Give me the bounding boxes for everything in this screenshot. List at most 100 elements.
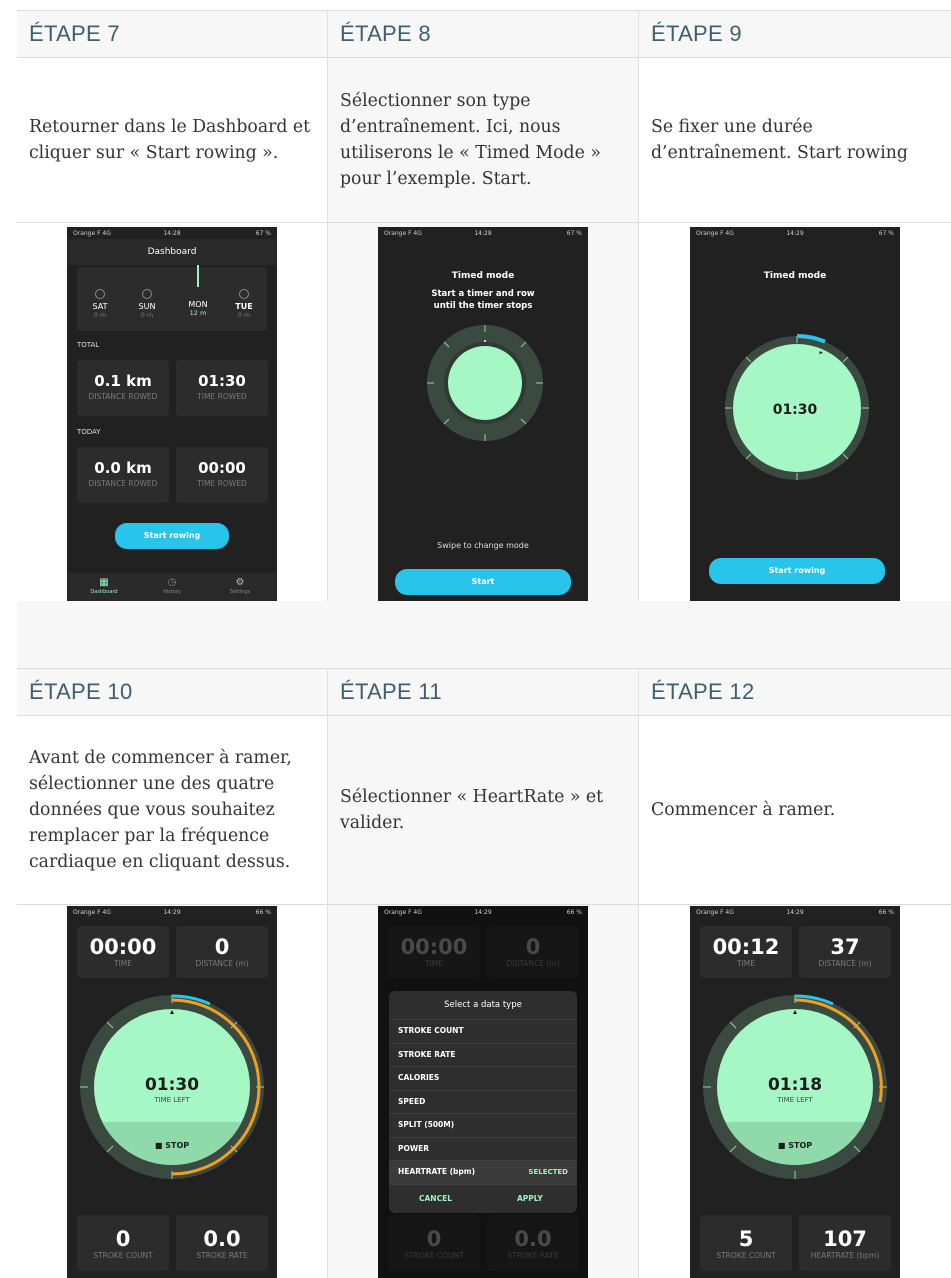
phone-screen-data-type: Orange F 4G 14:29 66 % 00:00 TIME 0 DIST… [378, 906, 588, 1278]
start-rowing-button[interactable]: Start rowing [115, 523, 229, 549]
phone-screen-workout: Orange F 4G 14:29 66 % 00:00 TIME 0 DIST… [67, 906, 277, 1278]
step-header: ÉTAPE 12 [651, 679, 755, 704]
step-header: ÉTAPE 10 [29, 679, 133, 704]
apply-button[interactable]: APPLY [517, 1194, 543, 1203]
day-sun: SUN 0 m [132, 289, 162, 319]
cancel-button[interactable]: CANCEL [419, 1194, 452, 1203]
stat-card-stroke-count[interactable]: 0 STROKE COUNT [77, 1215, 169, 1271]
option-heartrate[interactable]: HEARTRATE (bpm) SELECTED [389, 1160, 577, 1184]
option-speed[interactable]: SPEED [389, 1089, 577, 1114]
stat-value: 0.0 km [94, 459, 152, 477]
step-header: ÉTAPE 11 [340, 679, 442, 704]
step-description: Avant de commencer à ramer, sélectionner… [29, 748, 292, 872]
step-desc-cell: Retourner dans le Dashboard et cliquer s… [17, 58, 328, 222]
header-row: ÉTAPE 10 ÉTAPE 11 ÉTAPE 12 [17, 669, 951, 716]
option-label: CALORIES [398, 1073, 440, 1082]
status-bar: Orange F 4G 14:28 67 % [67, 227, 277, 239]
stat-value: 0 [525, 935, 541, 959]
status-bar: Orange F 4G 14:29 66 % [690, 906, 900, 918]
day-value: 0 m [140, 311, 154, 319]
screenshot-cell: Orange F 4G 14:29 66 % 00:12 TIME 37 DIS… [639, 905, 951, 1278]
step-desc-cell: Se fixer une durée d’entraînement. Start… [639, 58, 951, 222]
stat-card-distance[interactable]: 37 DISTANCE (m) [799, 926, 891, 978]
history-icon: ◷ [167, 577, 177, 588]
day-name: MON [188, 300, 208, 309]
status-bar: Orange F 4G 14:29 67 % [690, 227, 900, 239]
stat-value: 0.0 [514, 1227, 552, 1251]
nav-label: Dashboard [90, 589, 118, 595]
step-description: Sélectionner son type d’entraînement. Ic… [340, 91, 601, 189]
nav-item-history[interactable]: ◷ History [147, 577, 197, 595]
stop-button[interactable]: ■ STOP [690, 1141, 900, 1150]
stat-value: 00:00 [89, 935, 157, 959]
step-header-cell: ÉTAPE 9 [639, 11, 951, 57]
mode-dial[interactable] [425, 323, 545, 443]
day-circle-icon [142, 289, 152, 299]
battery-label: 66 % [255, 909, 271, 916]
option-calories[interactable]: CALORIES [389, 1066, 577, 1090]
stat-label: DISTANCE (m) [506, 959, 560, 968]
step-header-cell: ÉTAPE 8 [328, 11, 639, 57]
screenshot-cell: Orange F 4G 14:28 67 % Dashboard SAT 0 m… [17, 223, 328, 601]
section-gap [17, 601, 951, 668]
battery-label: 66 % [878, 909, 894, 916]
data-type-dialog: Select a data type STROKE COUNT STROKE R… [389, 991, 577, 1213]
option-label: POWER [398, 1143, 430, 1153]
screenshot-cell: Orange F 4G 14:28 67 % Timed mode Start … [328, 223, 639, 601]
stat-card-stroke-rate[interactable]: 0.0 STROKE RATE [176, 1215, 268, 1271]
option-power[interactable]: POWER [389, 1136, 577, 1161]
step-header: ÉTAPE 7 [29, 21, 120, 46]
stat-value: 0.0 [203, 1227, 241, 1251]
mode-subtitle: Start a timer and row [431, 289, 535, 299]
option-split[interactable]: SPLIT (500M) [389, 1113, 577, 1137]
description-row: Retourner dans le Dashboard et cliquer s… [17, 58, 951, 223]
stat-label: STROKE RATE [196, 1251, 248, 1260]
gear-icon: ⚙ [235, 577, 245, 588]
phone-screen-dashboard: Orange F 4G 14:28 67 % Dashboard SAT 0 m… [67, 227, 277, 601]
stat-card-stroke-count[interactable]: 5 STROKE COUNT [700, 1215, 792, 1271]
start-button[interactable]: Start [395, 569, 571, 595]
screenshot-cell: Orange F 4G 14:29 66 % 00:00 TIME 0 DIST… [17, 905, 328, 1278]
stat-label: STROKE COUNT [93, 1251, 153, 1260]
battery-label: 67 % [255, 230, 271, 237]
swipe-hint: Swipe to change mode [437, 541, 529, 550]
day-sat: SAT 0 m [85, 289, 115, 319]
screenshot-row: Orange F 4G 14:29 66 % 00:00 TIME 0 DIST… [17, 905, 951, 1278]
status-bar: Orange F 4G 14:28 67 % [378, 227, 588, 239]
clock-label: 14:29 [474, 909, 492, 916]
step-header-cell: ÉTAPE 10 [17, 669, 328, 715]
stat-card: 01:30 TIME ROWED [176, 360, 268, 416]
option-label: HEARTRATE (bpm) [398, 1167, 476, 1176]
battery-label: 66 % [566, 909, 582, 916]
day-value: 0 m [93, 311, 107, 319]
stat-label: STROKE RATE [507, 1251, 559, 1260]
stop-button[interactable]: ■ STOP [67, 1141, 277, 1150]
stat-card-distance[interactable]: 0 DISTANCE (m) [176, 926, 268, 978]
option-stroke-count[interactable]: STROKE COUNT [389, 1019, 577, 1043]
stat-card-time[interactable]: 00:12 TIME [700, 926, 792, 978]
mode-title: Timed mode [763, 271, 827, 281]
option-stroke-rate[interactable]: STROKE RATE [389, 1042, 577, 1067]
step-header-cell: ÉTAPE 7 [17, 11, 328, 57]
duration-value: 01:30 [772, 402, 818, 418]
section-label-total: TOTAL [77, 341, 100, 349]
stat-value: 0.1 km [94, 372, 152, 390]
section-label-today: TODAY [77, 428, 101, 436]
time-left-label: TIME LEFT [777, 1096, 813, 1104]
clock-label: 14:29 [163, 909, 181, 916]
stat-value: 107 [823, 1227, 867, 1251]
nav-item-dashboard[interactable]: ▦ Dashboard [79, 577, 129, 595]
stat-card: 0.1 km DISTANCE ROWED [77, 360, 169, 416]
stat-value: 01:30 [198, 372, 246, 390]
status-bar: Orange F 4G 14:29 66 % [67, 906, 277, 918]
start-rowing-button[interactable]: Start rowing [709, 558, 885, 584]
steps-table-2: ÉTAPE 10 ÉTAPE 11 ÉTAPE 12 Avant de comm… [17, 668, 951, 1278]
step-desc-cell: Sélectionner « HeartRate » et valider. [328, 716, 639, 904]
step-header: ÉTAPE 8 [340, 21, 431, 46]
nav-label: Settings [229, 589, 251, 595]
stat-card-heartrate[interactable]: 107 HEARTRATE (bpm) [799, 1215, 891, 1271]
stat-card-time[interactable]: 00:00 TIME [77, 926, 169, 978]
nav-item-settings[interactable]: ⚙ Settings [215, 577, 265, 595]
stat-value: 0 [214, 935, 230, 959]
step-desc-cell: Sélectionner son type d’entraînement. Ic… [328, 58, 639, 222]
